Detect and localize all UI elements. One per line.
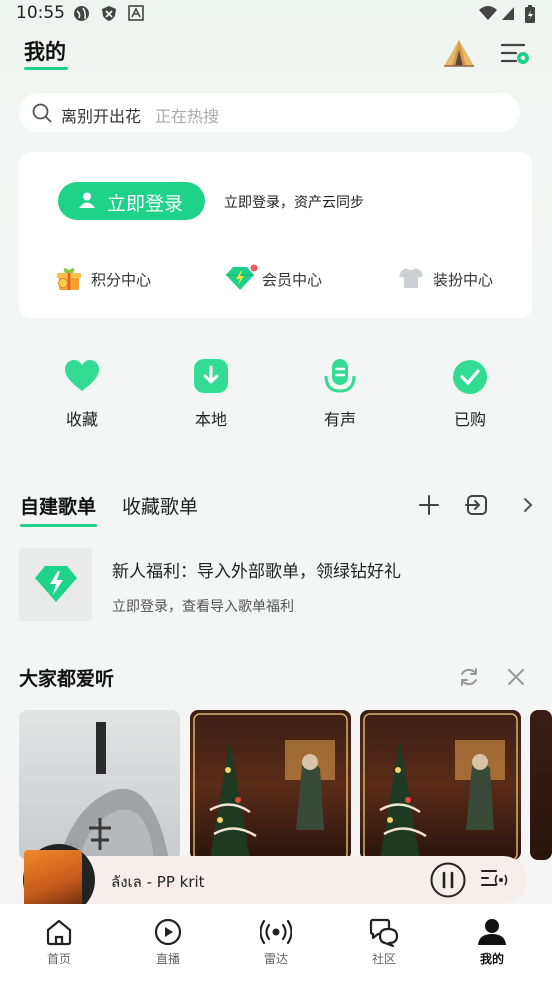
user-icon bbox=[79, 192, 95, 208]
purchased-label: 已购 bbox=[453, 410, 486, 429]
nav-mine-label: 我的 bbox=[479, 952, 504, 966]
play-circle-icon bbox=[154, 918, 182, 946]
microphone-icon bbox=[324, 359, 356, 393]
nav-community[interactable]: 社区 bbox=[344, 916, 424, 972]
audio-books-button[interactable]: 有声 bbox=[300, 355, 380, 435]
points-center[interactable]: 积分中心 bbox=[55, 262, 175, 294]
nav-home[interactable]: 首页 bbox=[19, 916, 99, 972]
title-underline bbox=[24, 67, 68, 70]
bottom-nav: 首页 直播 雷达 社区 我的 bbox=[0, 904, 552, 981]
status-time: 10:55 bbox=[16, 3, 65, 23]
search-icon bbox=[32, 103, 52, 123]
battery-icon bbox=[525, 5, 535, 23]
search-hint: 正在热搜 bbox=[155, 107, 220, 126]
login-card: 立即登录 立即登录，资产云同步 积分中心 会员中心 装扮中心 bbox=[19, 152, 532, 318]
nav-mine[interactable]: 我的 bbox=[452, 916, 532, 972]
favorites-button[interactable]: 收藏 bbox=[42, 355, 122, 435]
tshirt-icon bbox=[399, 268, 423, 288]
album-cover-art bbox=[59, 722, 169, 860]
album-card[interactable] bbox=[19, 710, 180, 860]
chat-bubbles-icon bbox=[369, 918, 399, 948]
login-button-label: 立即登录 bbox=[107, 193, 184, 215]
album-card[interactable] bbox=[530, 710, 552, 860]
nav-live[interactable]: 直播 bbox=[128, 916, 208, 972]
chevron-right-icon[interactable] bbox=[521, 496, 535, 514]
playlist-queue-icon[interactable] bbox=[480, 866, 510, 894]
user-icon bbox=[478, 919, 506, 945]
tab-active-underline bbox=[20, 524, 97, 527]
radar-icon bbox=[260, 919, 292, 945]
shield-status-icon bbox=[102, 6, 116, 21]
promo-subtitle: 立即登录，查看导入歌单福利 bbox=[112, 599, 294, 615]
album-card[interactable] bbox=[190, 710, 351, 860]
pause-icon[interactable] bbox=[430, 862, 466, 898]
tab-collected-playlists[interactable]: 收藏歌单 bbox=[122, 492, 198, 519]
search-query: 离别开出花 bbox=[61, 107, 142, 126]
import-icon[interactable] bbox=[465, 493, 489, 517]
local-music-button[interactable]: 本地 bbox=[171, 355, 251, 435]
check-circle-icon bbox=[453, 360, 487, 394]
a-status-icon bbox=[128, 5, 144, 21]
heart-icon bbox=[65, 360, 99, 391]
home-icon bbox=[46, 919, 72, 946]
login-button[interactable]: 立即登录 bbox=[58, 182, 205, 220]
globe-status-icon bbox=[74, 6, 89, 21]
page-title: 我的 bbox=[24, 40, 66, 64]
promo-title[interactable]: 新人福利：导入外部歌单，领绿钻好礼 bbox=[112, 557, 401, 582]
nav-community-label: 社区 bbox=[371, 952, 396, 966]
status-bar: 10:55 bbox=[0, 0, 552, 28]
purchased-button[interactable]: 已购 bbox=[430, 355, 510, 435]
mini-player[interactable]: ลังเล - PP krit bbox=[23, 844, 527, 916]
import-promo-thumb[interactable] bbox=[19, 548, 92, 621]
download-icon bbox=[194, 359, 228, 393]
search-bar[interactable]: 离别开出花 正在热搜 bbox=[19, 93, 520, 132]
section-title: 大家都爱听 bbox=[19, 668, 115, 690]
nav-live-label: 直播 bbox=[155, 952, 180, 966]
album-cover-art bbox=[363, 713, 518, 860]
cell-signal-icon bbox=[502, 7, 514, 20]
camp-tent-icon[interactable] bbox=[442, 36, 476, 70]
playlist-settings-icon[interactable] bbox=[498, 36, 532, 70]
album-cover-art bbox=[193, 713, 348, 860]
audio-books-label: 有声 bbox=[323, 410, 356, 429]
points-center-label: 积分中心 bbox=[91, 271, 152, 289]
refresh-icon[interactable] bbox=[457, 665, 481, 689]
login-sync-text: 立即登录，资产云同步 bbox=[224, 195, 364, 211]
green-diamond-icon bbox=[226, 264, 258, 290]
nav-radar-label: 雷达 bbox=[263, 952, 288, 966]
dressup-center[interactable]: 装扮中心 bbox=[398, 262, 523, 294]
local-music-label: 本地 bbox=[194, 410, 227, 429]
vip-center[interactable]: 会员中心 bbox=[224, 262, 344, 294]
points-gift-icon bbox=[57, 268, 81, 290]
nav-home-label: 首页 bbox=[46, 952, 71, 966]
dressup-center-label: 装扮中心 bbox=[433, 271, 494, 289]
green-diamond-icon bbox=[35, 566, 77, 602]
add-icon[interactable] bbox=[417, 493, 441, 517]
favorites-label: 收藏 bbox=[65, 410, 98, 429]
wifi-icon bbox=[479, 6, 497, 20]
mini-player-title: ลังเล - PP krit bbox=[111, 873, 205, 891]
close-icon[interactable] bbox=[505, 666, 527, 688]
vip-center-label: 会员中心 bbox=[262, 271, 323, 289]
nav-radar[interactable]: 雷达 bbox=[236, 916, 316, 972]
album-card[interactable] bbox=[360, 710, 521, 860]
tab-created-playlists[interactable]: 自建歌单 bbox=[20, 492, 96, 519]
